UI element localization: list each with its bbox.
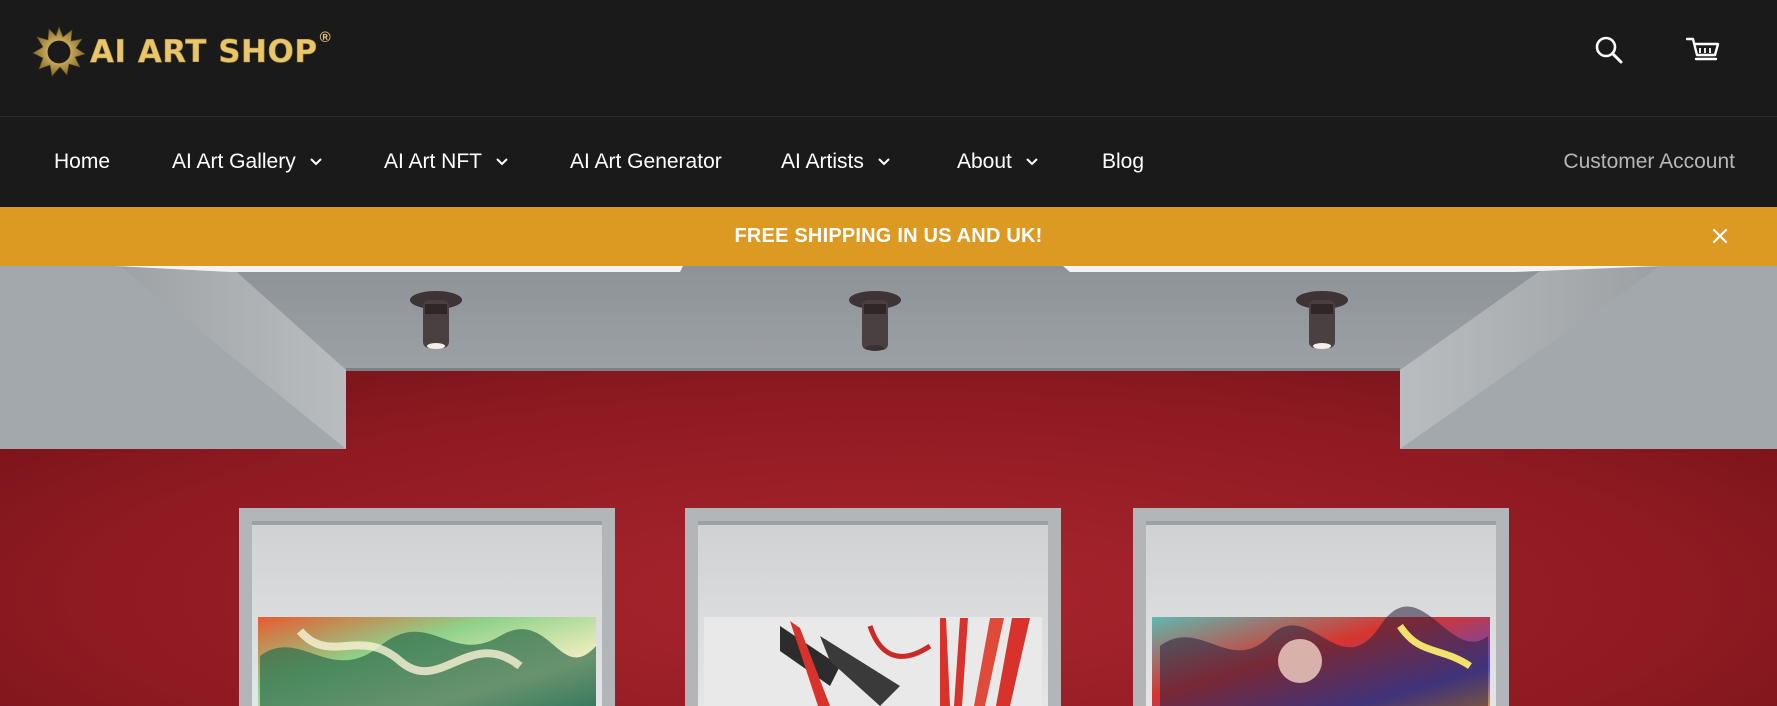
registered-mark: ® — [319, 29, 331, 46]
chevron-down-icon — [309, 158, 322, 166]
nav-item-blog[interactable]: Blog — [1102, 148, 1144, 176]
customer-account-link[interactable]: Customer Account — [1563, 148, 1735, 176]
brand-name: AI ART SHOP — [90, 33, 318, 70]
nav-item-home[interactable]: Home — [54, 148, 110, 176]
brand-logo[interactable]: AI ART SHOP ® — [32, 25, 331, 79]
chevron-down-icon — [496, 158, 508, 166]
nav-item-label: AI Artists — [781, 150, 864, 173]
nav-item-label: AI Art Gallery — [172, 150, 296, 173]
nav-item-about[interactable]: About — [957, 148, 1038, 176]
chevron-down-icon — [878, 158, 890, 166]
nav-item-label: About — [957, 150, 1012, 173]
announcement-bar: FREE SHIPPING IN US AND UK! — [0, 207, 1777, 266]
nav-item-label: AI Art Generator — [570, 150, 722, 173]
artwork-frame-1 — [239, 508, 615, 706]
nav-item-label: Blog — [1102, 150, 1145, 173]
nav-item-label: AI Art NFT — [384, 150, 483, 173]
announcement-text: FREE SHIPPING IN US AND UK! — [734, 225, 1043, 247]
hero-banner[interactable] — [0, 266, 1777, 706]
chevron-down-icon — [1026, 158, 1038, 166]
artwork-frame-3 — [1133, 508, 1509, 706]
close-icon[interactable] — [1711, 227, 1729, 245]
nav-item-ai-art-gallery[interactable]: AI Art Gallery — [172, 148, 322, 176]
cart-icon[interactable] — [1684, 32, 1722, 68]
gallery-wall-image — [0, 266, 1777, 706]
nav-item-ai-art-generator[interactable]: AI Art Generator — [570, 148, 722, 176]
logo-sun-icon — [32, 26, 86, 77]
artwork-frame-2 — [685, 508, 1061, 706]
nav-item-ai-artists[interactable]: AI Artists — [781, 148, 890, 176]
nav-item-ai-art-nft[interactable]: AI Art NFT — [384, 148, 508, 176]
nav-item-label: Home — [54, 150, 111, 173]
site-header: AI ART SHOP ® — [0, 0, 1777, 117]
main-nav: Home AI Art Gallery AI Art NFT AI Art Ge… — [0, 117, 1777, 207]
search-icon[interactable] — [1591, 32, 1627, 68]
